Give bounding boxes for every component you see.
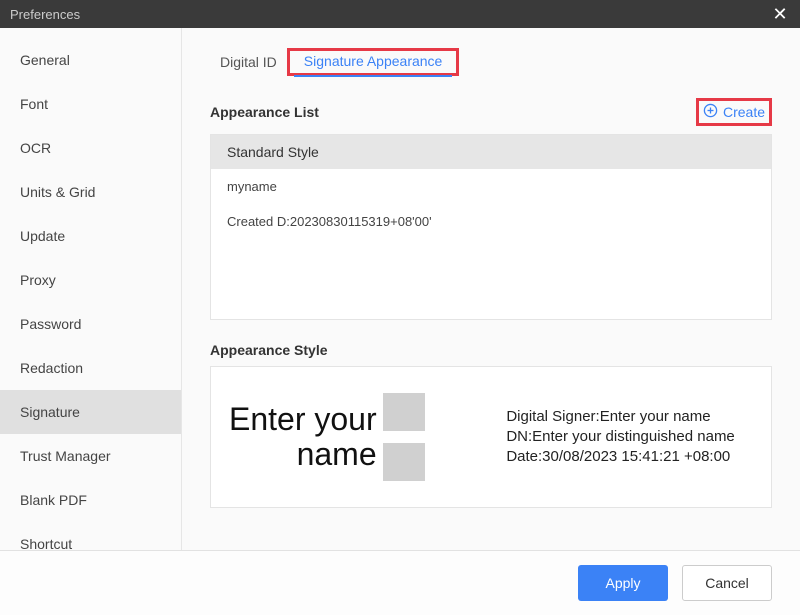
tabs: Digital ID Signature Appearance bbox=[210, 48, 772, 76]
sidebar: General Font OCR Units & Grid Update Pro… bbox=[0, 28, 182, 550]
appearance-style-header: Appearance Style bbox=[210, 342, 772, 358]
cancel-button[interactable]: Cancel bbox=[682, 565, 772, 601]
plus-circle-icon bbox=[703, 103, 718, 121]
preview-details: Digital Signer:Enter your name DN:Enter … bbox=[500, 407, 753, 468]
preview-placeholder-stack bbox=[383, 393, 425, 481]
titlebar: Preferences ✕ bbox=[0, 0, 800, 28]
sidebar-item-password[interactable]: Password bbox=[0, 302, 181, 346]
sidebar-item-units-grid[interactable]: Units & Grid bbox=[0, 170, 181, 214]
main-container: General Font OCR Units & Grid Update Pro… bbox=[0, 28, 800, 550]
sidebar-item-shortcut[interactable]: Shortcut bbox=[0, 522, 181, 550]
detail-date: Date:30/08/2023 15:41:21 +08:00 bbox=[506, 447, 753, 467]
sidebar-item-trust-manager[interactable]: Trust Manager bbox=[0, 434, 181, 478]
preview-big-text: Enter your name bbox=[229, 402, 377, 472]
appearance-style-preview: Enter your name Digital Signer:Enter you… bbox=[210, 366, 772, 508]
preview-left: Enter your name bbox=[229, 393, 500, 481]
sidebar-item-font[interactable]: Font bbox=[0, 82, 181, 126]
main-panel: Digital ID Signature Appearance Appearan… bbox=[182, 28, 800, 550]
tab-digital-id[interactable]: Digital ID bbox=[210, 48, 287, 76]
preview-big-line2: name bbox=[229, 437, 377, 472]
sidebar-item-proxy[interactable]: Proxy bbox=[0, 258, 181, 302]
detail-dn: DN:Enter your distinguished name bbox=[506, 427, 753, 447]
sidebar-item-update[interactable]: Update bbox=[0, 214, 181, 258]
sidebar-item-redaction[interactable]: Redaction bbox=[0, 346, 181, 390]
window-title: Preferences bbox=[10, 7, 80, 22]
list-item[interactable]: myname bbox=[211, 169, 771, 204]
highlight-create: Create bbox=[696, 98, 772, 126]
appearance-list-header: Appearance List Create bbox=[210, 98, 772, 126]
create-button[interactable]: Create bbox=[703, 103, 765, 121]
detail-signer: Digital Signer:Enter your name bbox=[506, 407, 753, 427]
appearance-style-title: Appearance Style bbox=[210, 342, 328, 358]
sidebar-item-signature[interactable]: Signature bbox=[0, 390, 181, 434]
list-column-header: Standard Style bbox=[211, 135, 771, 169]
list-item[interactable]: Created D:20230830115319+08'00' bbox=[211, 204, 771, 239]
sidebar-item-general[interactable]: General bbox=[0, 38, 181, 82]
placeholder-block bbox=[383, 393, 425, 431]
apply-button[interactable]: Apply bbox=[578, 565, 668, 601]
footer: Apply Cancel bbox=[0, 550, 800, 615]
sidebar-item-blank-pdf[interactable]: Blank PDF bbox=[0, 478, 181, 522]
placeholder-block bbox=[383, 443, 425, 481]
tab-signature-appearance[interactable]: Signature Appearance bbox=[294, 47, 453, 77]
close-icon[interactable]: ✕ bbox=[770, 4, 790, 25]
appearance-list-title: Appearance List bbox=[210, 104, 319, 120]
create-label: Create bbox=[723, 104, 765, 120]
preview-big-line1: Enter your bbox=[229, 402, 377, 437]
appearance-list-box: Standard Style myname Created D:20230830… bbox=[210, 134, 772, 320]
highlight-tab: Signature Appearance bbox=[287, 48, 460, 76]
sidebar-item-ocr[interactable]: OCR bbox=[0, 126, 181, 170]
